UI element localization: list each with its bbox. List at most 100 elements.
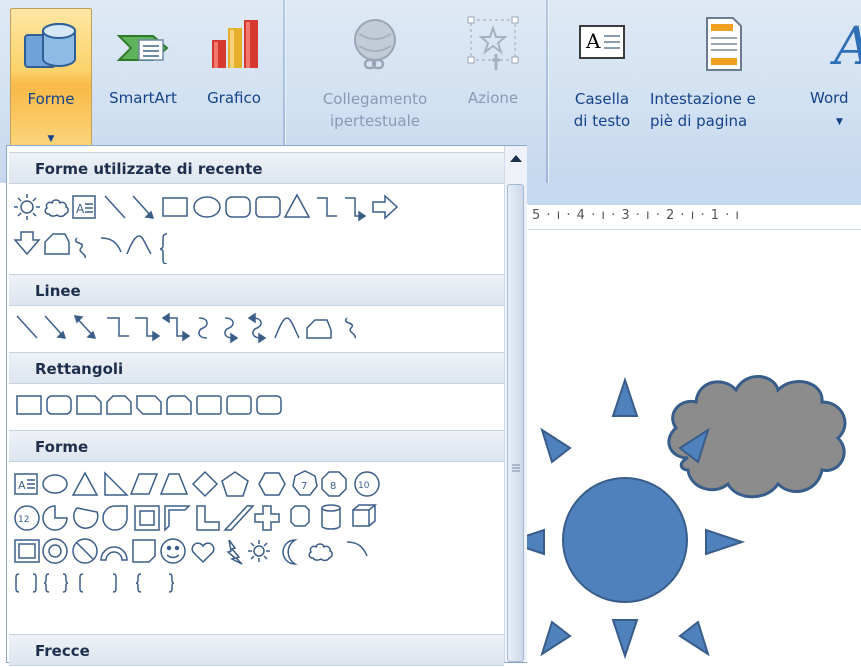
horizontal-ruler[interactable]: 5 · ı · 4 · ı · 3 · ı · 2 · ı · 1 · ı	[528, 204, 861, 230]
rectangle-shape-icon	[162, 197, 188, 217]
parallelogram-icon	[129, 473, 159, 495]
rounded-rectangle-icon	[46, 395, 72, 415]
left-brace-icon	[135, 573, 142, 593]
line-icon	[16, 315, 38, 339]
curve-shape-icon	[126, 235, 152, 255]
octagon-icon: 8	[321, 471, 347, 497]
basic-shapes-grid[interactable]: A 7 8 10 12	[13, 468, 503, 608]
section-header-rectangles: Rettangoli	[9, 352, 504, 384]
grafico-label: Grafico	[207, 89, 261, 107]
ruler-band	[510, 183, 861, 204]
rectangles-grid[interactable]	[13, 390, 503, 422]
shapes-icon	[24, 23, 76, 68]
recent-shapes-grid[interactable]: A	[13, 188, 503, 264]
svg-text:12: 12	[18, 515, 29, 525]
pie-icon	[42, 505, 68, 531]
chevron-down-icon[interactable]: ▼	[836, 112, 843, 132]
diagonal-stripe-icon	[223, 505, 255, 531]
svg-text:A: A	[585, 29, 601, 53]
snip-diagonal-icon	[136, 395, 162, 415]
left-bracket-icon	[79, 573, 84, 593]
textbox-label: Casella di testo	[573, 90, 631, 130]
scroll-up-arrow-icon[interactable]	[505, 146, 527, 172]
grafico-button[interactable]: Grafico	[194, 8, 274, 148]
plaque-icon	[290, 505, 310, 527]
textbox-icon: A	[579, 25, 625, 59]
smartart-icon	[116, 35, 169, 61]
round-diagonal-icon	[256, 395, 282, 415]
right-triangle-icon	[104, 471, 129, 496]
sun-shape-icon	[14, 194, 40, 220]
action-star-icon	[467, 16, 519, 70]
elbow-arrow-icon	[135, 317, 161, 342]
cube-icon	[352, 504, 378, 527]
freeform-scribble-icon	[74, 237, 86, 259]
round-single-corner-icon	[196, 395, 222, 415]
curve-icon	[274, 317, 300, 339]
no-symbol-icon	[72, 538, 98, 564]
curved-arrow-connector-icon	[224, 317, 239, 344]
chart-icon	[212, 20, 258, 68]
double-arrow-line-icon	[73, 315, 97, 339]
grip-icon	[512, 464, 520, 472]
diamond-icon	[191, 470, 219, 498]
sun-icon	[248, 540, 270, 562]
textbox-button[interactable]: A Casella di testo	[560, 8, 644, 148]
section-header-arrows: Frecce	[9, 634, 504, 666]
hyperlink-button[interactable]: Collegamento ipertestuale	[300, 8, 450, 148]
scroll-thumb[interactable]	[507, 184, 524, 662]
flowchart-shape-icon	[44, 233, 70, 255]
curved-connector-icon	[198, 317, 208, 339]
lines-grid[interactable]	[13, 310, 503, 346]
double-brace-icon	[43, 573, 69, 593]
block-arc-icon	[100, 546, 128, 561]
wordart-button[interactable]: A Word ▼	[806, 8, 861, 148]
double-bracket-icon	[15, 573, 37, 593]
smartart-label: SmartArt	[109, 89, 177, 107]
round-same-side-icon	[226, 395, 252, 415]
hexagon-icon	[258, 472, 286, 496]
forme-label: Forme	[27, 90, 75, 108]
donut-icon	[42, 538, 68, 564]
rectangle-icon	[16, 395, 42, 415]
teardrop-icon	[102, 505, 128, 531]
snip-single-corner-icon	[76, 395, 102, 415]
wordart-label: Word	[810, 89, 849, 107]
rounded-rectangle-icon	[225, 196, 251, 218]
textbox-shape-icon: A	[14, 473, 38, 495]
pentagon-icon	[221, 471, 249, 497]
forme-button[interactable]: Forme ▼	[10, 8, 92, 148]
smartart-button[interactable]: SmartArt	[98, 8, 188, 148]
heart-icon	[191, 542, 215, 564]
smiley-face-icon	[160, 538, 186, 564]
ruler-text: 5 · ı · 4 · ı · 3 · ı · 2 · ı · 1 · ı	[532, 208, 740, 223]
scribble-icon	[344, 317, 356, 339]
frame-icon	[134, 505, 160, 531]
half-frame-icon	[164, 505, 191, 532]
textbox-shape-icon: A	[72, 195, 96, 219]
svg-text:A: A	[76, 202, 85, 216]
trapezoid-icon	[159, 473, 189, 495]
header-footer-button[interactable]: Intestazione e piè di pagina	[648, 8, 798, 148]
right-arrow-icon	[372, 194, 399, 220]
freeform-icon	[306, 319, 332, 339]
cloud-icon	[308, 543, 333, 562]
cloud-shape[interactable]	[667, 375, 847, 499]
hyperlink-label: Collegamento ipertestuale	[322, 90, 428, 130]
azione-button[interactable]: Azione	[452, 8, 534, 148]
l-shape-icon	[196, 505, 220, 531]
triangle-shape-icon	[283, 193, 311, 218]
lightning-bolt-icon	[226, 539, 243, 565]
plus-icon	[254, 505, 280, 531]
heptagon-icon: 7	[292, 470, 318, 496]
elbow-arrow-connector-icon	[345, 197, 367, 222]
bevel-icon	[14, 539, 40, 563]
arrow-line-icon	[132, 195, 155, 219]
chord-icon	[73, 507, 99, 529]
shapes-gallery[interactable]: Forme utilizzate di recente A Linee Rett…	[6, 145, 527, 666]
right-bracket-icon	[112, 573, 117, 593]
oval-shape-icon	[193, 196, 221, 218]
gallery-scrollbar[interactable]	[504, 146, 527, 662]
snip-round-icon	[166, 395, 192, 415]
elbow-double-arrow-icon	[161, 312, 191, 342]
